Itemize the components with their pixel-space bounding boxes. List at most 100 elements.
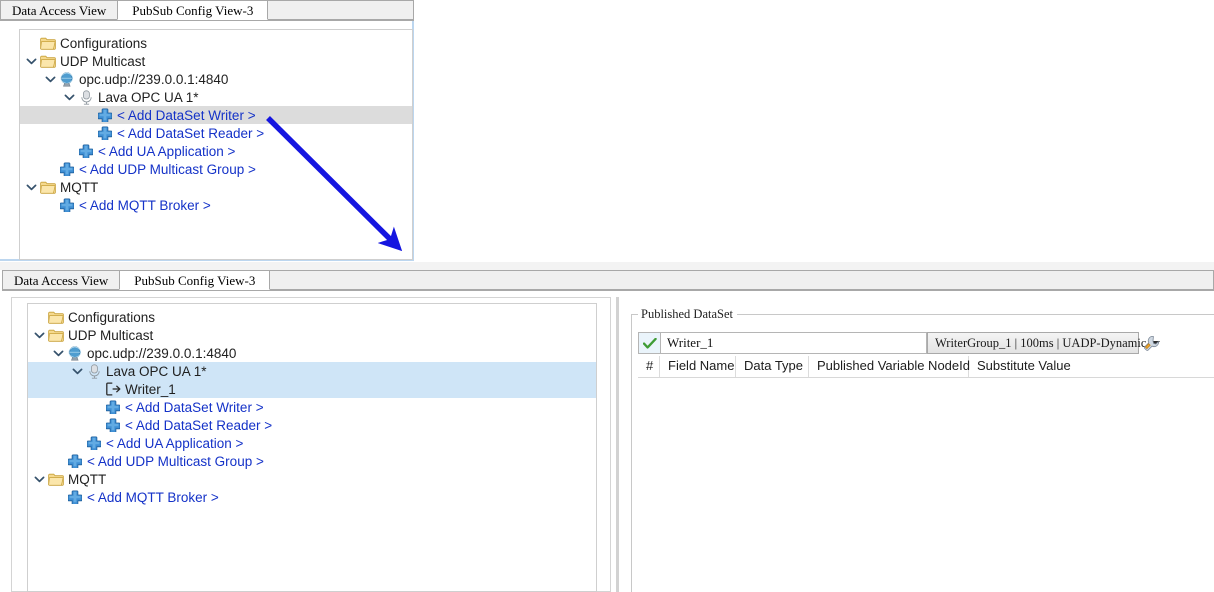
tree-item[interactable]: opc.udp://239.0.0.1:4840: [20, 70, 412, 88]
tree-item-label: < Add DataSet Writer >: [117, 107, 256, 123]
published-dataset-table: # Field Name Data Type Published Variable N…: [638, 356, 1214, 589]
folder-icon: [47, 471, 65, 487]
edit-writer-group-button[interactable]: [1139, 332, 1163, 354]
tree-item-label: < Add DataSet Reader >: [117, 125, 265, 141]
tree-item-label: opc.udp://239.0.0.1:4840: [79, 71, 229, 87]
top-tree-container: Configurations UDP Multicast opc.udp://239…: [19, 29, 413, 260]
tree-item[interactable]: UDP Multicast: [28, 326, 596, 344]
chevron-down-icon[interactable]: [51, 349, 66, 358]
bottom-config-tree[interactable]: Configurations UDP Multicast opc.udp://239…: [28, 304, 596, 506]
tabstrip-filler-top: [267, 0, 414, 20]
tree-item-label: < Add UA Application >: [98, 143, 236, 159]
plus-icon: [58, 197, 76, 213]
tree-item[interactable]: MQTT: [20, 178, 412, 196]
tree-item[interactable]: Writer_1: [28, 380, 596, 398]
tree-item-label: < Add DataSet Reader >: [125, 417, 273, 433]
tree-item-label: < Add DataSet Writer >: [125, 399, 264, 415]
tree-item[interactable]: opc.udp://239.0.0.1:4840: [28, 344, 596, 362]
chevron-down-icon[interactable]: [32, 475, 47, 484]
column-header-label: #: [646, 358, 654, 373]
tree-item-label: UDP Multicast: [68, 327, 154, 343]
plus-icon: [77, 143, 95, 159]
tree-item[interactable]: < Add UDP Multicast Group >: [28, 452, 596, 470]
writer-group-value: WriterGroup_1 | 100ms | UADP-Dynamic: [935, 335, 1147, 350]
tab-data-access-view-bottom[interactable]: Data Access View: [2, 270, 121, 290]
tree-item[interactable]: Lava OPC UA 1*: [28, 362, 596, 380]
plus-icon: [104, 399, 122, 415]
tree-item-label: MQTT: [60, 179, 99, 195]
table-column-header[interactable]: Data Type: [736, 356, 809, 377]
tree-item[interactable]: < Add DataSet Reader >: [28, 416, 596, 434]
tree-item-label: Configurations: [68, 309, 156, 325]
dataset-name-input[interactable]: Writer_1: [660, 332, 927, 354]
dataset-enabled-checkbox[interactable]: [638, 332, 660, 354]
chevron-down-icon[interactable]: [70, 367, 85, 376]
tab-label: Data Access View: [12, 3, 107, 18]
plus-icon: [85, 435, 103, 451]
tabstrip-filler-bottom: [269, 270, 1214, 290]
tab-label: Data Access View: [14, 273, 109, 288]
table-column-header[interactable]: Field Name: [660, 356, 736, 377]
tree-item[interactable]: Lava OPC UA 1*: [20, 88, 412, 106]
column-header-label: Field Name: [668, 358, 735, 373]
tree-item-label: < Add MQTT Broker >: [87, 489, 219, 505]
tree-item[interactable]: Configurations: [20, 34, 412, 52]
server-icon: [77, 89, 95, 105]
table-header-row: # Field Name Data Type Published Variable N…: [638, 356, 1214, 378]
table-column-header[interactable]: Substitute Value: [969, 356, 1089, 377]
table-column-header[interactable]: #: [638, 356, 660, 377]
pane-splitter[interactable]: [616, 297, 619, 592]
tree-item-label: Writer_1: [125, 381, 176, 397]
tree-item-label: < Add MQTT Broker >: [79, 197, 211, 213]
plus-icon: [104, 417, 122, 433]
groupbox-title: Published DataSet: [638, 307, 738, 321]
tree-item[interactable]: UDP Multicast: [20, 52, 412, 70]
tree-item-label: < Add UDP Multicast Group >: [79, 161, 256, 177]
top-config-tree[interactable]: Configurations UDP Multicast opc.udp://239…: [20, 30, 412, 214]
folder-icon: [39, 35, 57, 51]
column-header-label: Published Variable NodeId: [817, 358, 970, 373]
bottom-tabstrip[interactable]: Data Access View PubSub Config View-3: [2, 270, 1214, 291]
table-column-header[interactable]: Published Variable NodeId: [809, 356, 970, 377]
tab-data-access-view-top[interactable]: Data Access View: [0, 0, 119, 20]
wrench-icon: [1143, 335, 1159, 351]
globe-icon: [58, 71, 76, 87]
folder-icon: [39, 53, 57, 69]
writer-group-dropdown[interactable]: WriterGroup_1 | 100ms | UADP-Dynamic: [927, 332, 1161, 354]
tree-item[interactable]: < Add UA Application >: [28, 434, 596, 452]
plus-icon: [96, 107, 114, 123]
tree-item[interactable]: Configurations: [28, 308, 596, 326]
tree-item[interactable]: MQTT: [28, 470, 596, 488]
writer-icon: [104, 381, 122, 397]
tree-item-label: opc.udp://239.0.0.1:4840: [87, 345, 237, 361]
published-dataset-header-row: Writer_1 WriterGroup_1 | 100ms | UADP-Dy…: [638, 332, 1214, 354]
column-header-label: Data Type: [744, 358, 804, 373]
tab-label: PubSub Config View-3: [132, 3, 254, 18]
tab-label: PubSub Config View-3: [134, 273, 256, 288]
tree-item[interactable]: < Add UA Application >: [20, 142, 412, 160]
chevron-down-icon[interactable]: [24, 183, 39, 192]
chevron-down-icon[interactable]: [32, 331, 47, 340]
green-check-icon: [642, 337, 657, 349]
chevron-down-icon[interactable]: [24, 57, 39, 66]
tree-item-label: < Add UDP Multicast Group >: [87, 453, 264, 469]
top-tabstrip[interactable]: Data Access View PubSub Config View-3: [0, 0, 414, 21]
tree-item[interactable]: < Add UDP Multicast Group >: [20, 160, 412, 178]
tree-item-label: UDP Multicast: [60, 53, 146, 69]
table-body[interactable]: [638, 378, 1214, 589]
tree-item-label: < Add UA Application >: [106, 435, 244, 451]
globe-icon: [66, 345, 84, 361]
folder-icon: [47, 327, 65, 343]
tab-pubsub-config-view-3-top[interactable]: PubSub Config View-3: [117, 0, 269, 20]
tree-item-label: MQTT: [68, 471, 107, 487]
plus-icon: [66, 453, 84, 469]
tab-pubsub-config-view-3-bottom[interactable]: PubSub Config View-3: [119, 270, 271, 290]
tree-item[interactable]: < Add MQTT Broker >: [20, 196, 412, 214]
tree-item[interactable]: < Add DataSet Reader >: [20, 124, 412, 142]
chevron-down-icon[interactable]: [43, 75, 58, 84]
panel-separator: [0, 262, 1214, 270]
tree-item[interactable]: < Add DataSet Writer >: [20, 106, 412, 124]
tree-item[interactable]: < Add DataSet Writer >: [28, 398, 596, 416]
tree-item[interactable]: < Add MQTT Broker >: [28, 488, 596, 506]
chevron-down-icon[interactable]: [62, 93, 77, 102]
